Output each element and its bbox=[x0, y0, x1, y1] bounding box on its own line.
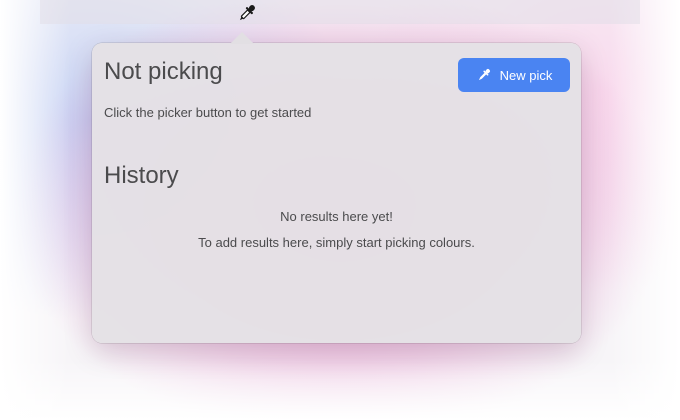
history-empty-message: No results here yet! bbox=[280, 209, 393, 224]
status-subtitle: Click the picker button to get started bbox=[104, 105, 312, 120]
status-title: Not picking bbox=[104, 58, 223, 85]
history-title: History bbox=[104, 162, 179, 189]
eyedropper-icon bbox=[476, 67, 492, 83]
new-pick-button[interactable]: New pick bbox=[458, 58, 570, 92]
menu-bar bbox=[40, 0, 640, 24]
color-picker-popover: Not picking Click the picker button to g… bbox=[92, 43, 581, 343]
popover-arrow bbox=[230, 32, 254, 44]
history-empty-hint: To add results here, simply start pickin… bbox=[198, 235, 475, 250]
new-pick-label: New pick bbox=[499, 67, 553, 83]
menubar-eyedropper-icon[interactable] bbox=[236, 2, 258, 24]
